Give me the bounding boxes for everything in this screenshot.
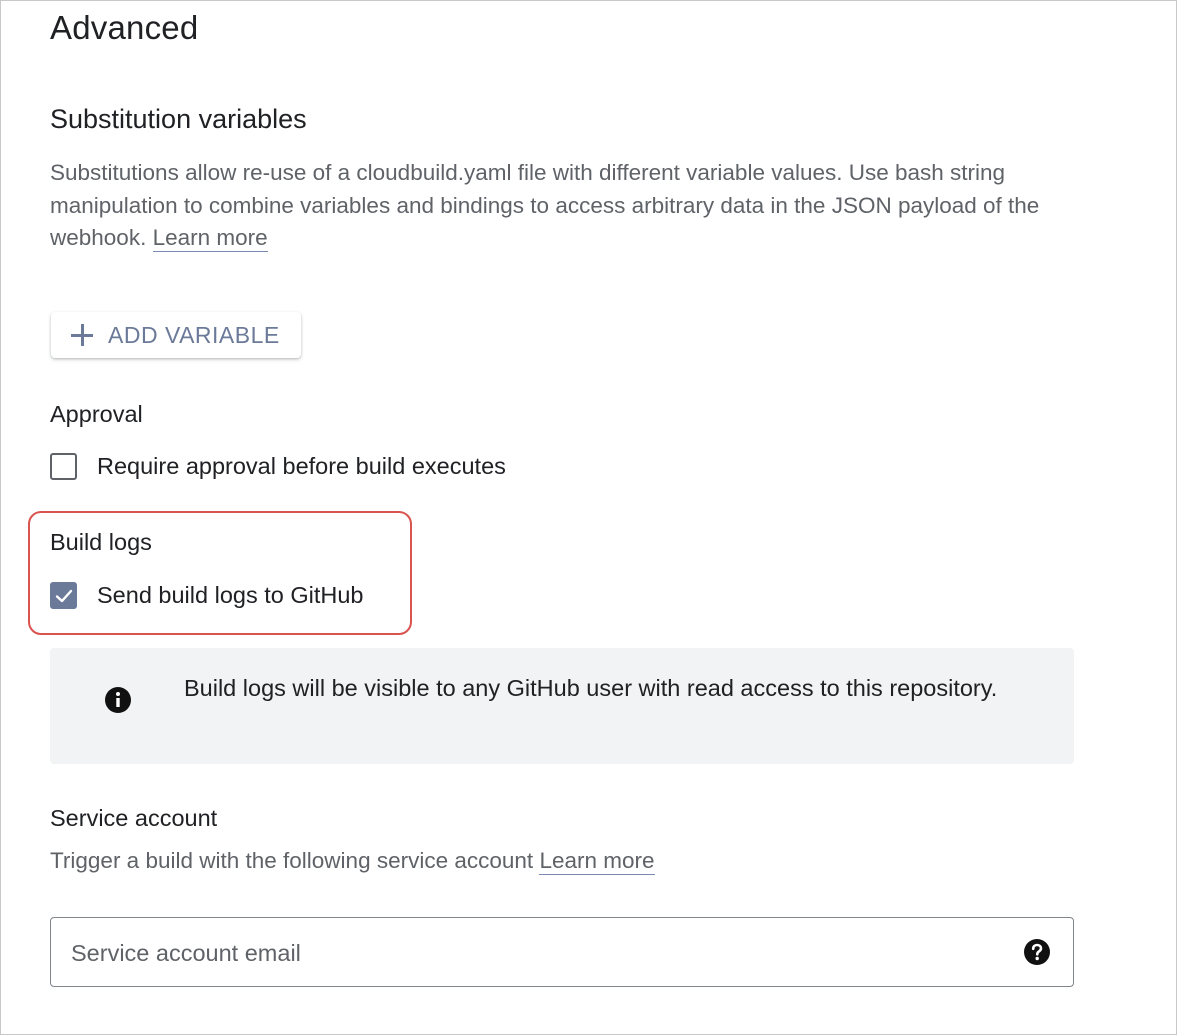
build-logs-info-banner: Build logs will be visible to any GitHub…	[50, 648, 1074, 764]
service-account-description-text: Trigger a build with the following servi…	[50, 848, 534, 873]
service-account-email-input[interactable]	[69, 932, 1003, 974]
approval-checkbox-label[interactable]: Require approval before build executes	[97, 453, 506, 480]
service-account-learn-more-link[interactable]: Learn more	[539, 848, 655, 875]
build-logs-heading: Build logs	[50, 529, 152, 555]
checkmark-icon	[55, 589, 73, 603]
add-variable-button[interactable]: ADD VARIABLE	[51, 312, 301, 358]
service-account-description: Trigger a build with the following servi…	[50, 848, 655, 875]
approval-heading: Approval	[50, 401, 143, 427]
settings-panel: Advanced Substitution variables Substitu…	[0, 0, 1177, 1035]
plus-icon	[69, 322, 95, 348]
substitution-description: Substitutions allow re-use of a cloudbui…	[50, 157, 1080, 255]
service-account-heading: Service account	[50, 805, 218, 831]
build-logs-checkbox-row[interactable]: Send build logs to GitHub	[50, 582, 364, 609]
add-variable-label: ADD VARIABLE	[108, 321, 280, 348]
build-logs-checkbox[interactable]	[50, 582, 77, 609]
build-logs-checkbox-label[interactable]: Send build logs to GitHub	[97, 582, 364, 609]
service-account-field[interactable]	[50, 917, 1074, 987]
substitution-learn-more-link[interactable]: Learn more	[152, 225, 268, 252]
approval-checkbox-row[interactable]: Require approval before build executes	[50, 453, 506, 480]
page-title: Advanced	[50, 9, 199, 46]
approval-checkbox[interactable]	[50, 453, 77, 480]
help-circle-icon[interactable]	[1023, 938, 1051, 966]
info-icon	[105, 687, 131, 713]
substitution-variables-heading: Substitution variables	[50, 104, 307, 134]
build-logs-info-text: Build logs will be visible to any GitHub…	[184, 675, 998, 701]
